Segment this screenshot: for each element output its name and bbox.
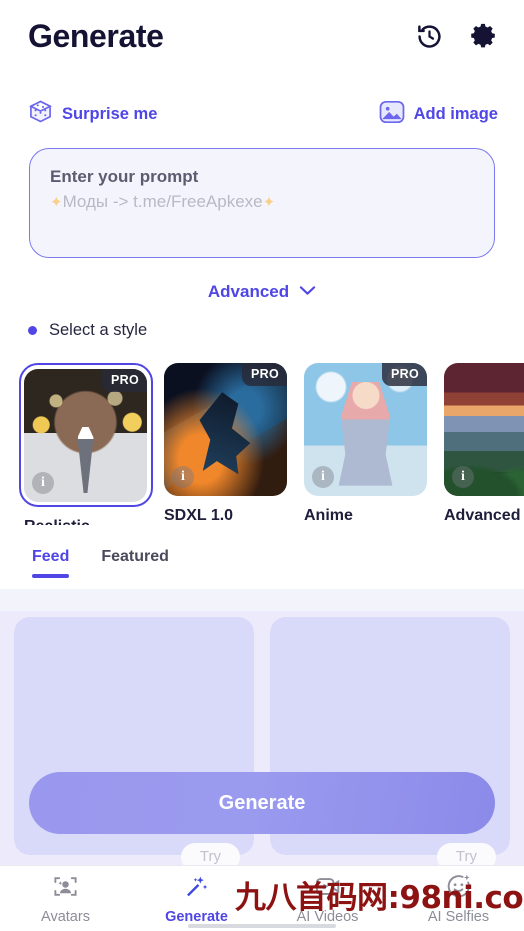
chevron-down-icon — [299, 283, 316, 301]
nav-label: AI Videos — [296, 908, 359, 925]
tab-featured[interactable]: Featured — [101, 548, 169, 578]
info-icon[interactable]: i — [452, 466, 474, 488]
add-image-button[interactable]: Add image — [379, 99, 498, 130]
nav-item-avatars[interactable]: Avatars — [0, 873, 131, 925]
header-actions — [414, 21, 498, 51]
style-name: Realistic — [24, 518, 147, 525]
advanced-label: Advanced — [207, 282, 290, 301]
page-title: Generate — [28, 17, 164, 54]
pro-badge: PRO — [242, 363, 287, 386]
dice-icon — [28, 99, 53, 129]
smiley-sparkle-icon — [445, 873, 472, 905]
app-root: Generate Surprise me Add image Enter you… — [0, 0, 524, 931]
sparkle-icon-left: ✦ — [50, 194, 63, 211]
style-card-sdxl[interactable]: PRO i SDXL 1.0 — [164, 363, 287, 525]
video-play-icon — [314, 873, 341, 905]
style-thumbnail: PRO i — [304, 363, 427, 496]
history-clock-icon[interactable] — [414, 21, 444, 51]
try-button[interactable]: Try — [436, 843, 496, 865]
style-card-realistic[interactable]: PRO i Realistic — [18, 363, 153, 525]
nav-label: AI Selfies — [427, 908, 490, 925]
tab-feed[interactable]: Feed — [32, 548, 70, 578]
style-card-advanced[interactable]: i Advanced — [444, 363, 524, 525]
gear-icon[interactable] — [468, 21, 498, 51]
info-icon[interactable]: i — [172, 466, 194, 488]
style-thumbnail: PRO i — [164, 363, 287, 496]
feed-tabs: Feed Featured — [0, 548, 524, 588]
style-thumbnail: i — [444, 363, 524, 496]
style-thumbnail: PRO i — [24, 368, 147, 502]
prompt-watermark-text: ✦Моды -> t.me/FreeApkexe✦ — [50, 189, 474, 215]
info-icon[interactable]: i — [312, 466, 334, 488]
nav-item-ai-videos[interactable]: AI Videos — [262, 873, 393, 925]
nav-item-generate[interactable]: Generate — [131, 873, 262, 925]
prompt-placeholder-title: Enter your prompt — [50, 167, 199, 186]
style-card-anime[interactable]: PRO i Anime — [304, 363, 427, 525]
home-indicator — [188, 924, 336, 928]
advanced-toggle[interactable]: Advanced — [0, 282, 524, 302]
magic-wand-icon — [183, 873, 210, 905]
nav-item-ai-selfies[interactable]: AI Selfies — [393, 873, 524, 925]
prompt-watermark-body: Моды -> t.me/FreeApkexe — [62, 192, 263, 211]
image-icon — [379, 99, 405, 130]
pro-badge: PRO — [102, 368, 147, 392]
style-name: Advanced — [444, 507, 521, 524]
style-carousel[interactable]: PRO i Realistic PRO i SDXL 1.0 PRO — [0, 363, 524, 525]
style-name: Anime — [304, 507, 353, 524]
try-button[interactable]: Try — [180, 843, 240, 865]
style-section-label: Select a style — [49, 321, 148, 339]
style-section-header: Select a style — [28, 321, 147, 340]
pro-badge: PRO — [382, 363, 427, 386]
surprise-me-button[interactable]: Surprise me — [28, 99, 157, 129]
sparkle-icon-right: ✦ — [262, 194, 276, 211]
style-name: SDXL 1.0 — [164, 507, 234, 524]
prompt-input[interactable]: Enter your prompt ✦Моды -> t.me/FreeApke… — [29, 148, 495, 258]
info-icon[interactable]: i — [32, 471, 54, 494]
bottom-navigation: Avatars Generate AI Videos AI Selfies — [0, 865, 524, 931]
nav-label: Generate — [165, 908, 228, 925]
app-header: Generate — [0, 0, 524, 72]
add-image-label: Add image — [413, 104, 498, 123]
generate-button[interactable]: Generate — [29, 772, 495, 834]
nav-label: Avatars — [41, 908, 90, 925]
bullet-dot-icon — [28, 326, 37, 335]
prompt-action-row: Surprise me Add image — [0, 98, 524, 130]
surprise-me-label: Surprise me — [62, 104, 158, 123]
avatars-frame-icon — [52, 873, 79, 905]
